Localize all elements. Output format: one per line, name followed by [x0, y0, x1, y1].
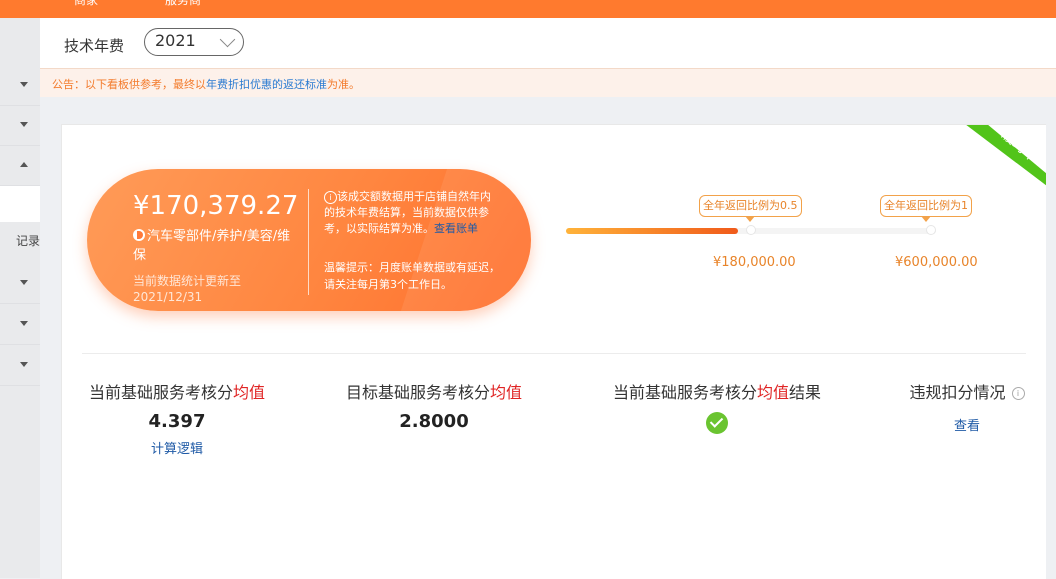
update-label: 当前数据统计更新至 [133, 274, 242, 288]
view-bill-link[interactable]: 查看账单 [434, 222, 478, 235]
notice-text: 公告：以下看板供参考，最终以年费折扣优惠的返还标准为准。 [52, 76, 360, 92]
progress-fill [566, 228, 738, 234]
top-nav-tab-provider[interactable]: 服务商 [165, 0, 201, 8]
metric-value: 2.8000 [399, 411, 469, 432]
chevron-down-icon [20, 362, 28, 367]
sidebar-item-expanded[interactable] [0, 145, 40, 186]
chevron-down-icon [219, 31, 236, 48]
metric-violation: 违规扣分情况 i 查看 [902, 379, 1032, 434]
metric-label: 当前基础服务考核分均值 [88, 383, 266, 402]
metric-target-avg: 目标基础服务考核分均值 2.8000 [337, 379, 531, 432]
milestone-value-2: ¥600,000.00 [895, 255, 978, 270]
chevron-down-icon [20, 82, 28, 87]
sidebar-item[interactable] [0, 304, 40, 345]
metric-value: 4.397 [148, 411, 206, 432]
update-info: 当前数据统计更新至 2021/12/31 [133, 273, 273, 305]
check-circle-icon [706, 412, 728, 434]
sidebar-item[interactable] [0, 345, 40, 386]
info-icon[interactable]: i [1011, 387, 1025, 400]
milestone-badge-2: 全年返回比例为1 [880, 195, 972, 222]
pill-divider [308, 189, 309, 295]
annual-fee-card: 履约中 ¥170,379.27 汽车零部件/养护/美容/维保 当前数据统计更新至… [61, 124, 1046, 579]
milestone-node-1 [746, 225, 756, 235]
notice-link[interactable]: 年费折扣优惠的返还标准 [206, 78, 327, 91]
chevron-down-icon [20, 280, 28, 285]
metric-label: 违规扣分情况 i [902, 379, 1032, 403]
notice-bar: 公告：以下看板供参考，最终以年费折扣优惠的返还标准为准。 [40, 68, 1056, 97]
milestone-node-2 [926, 225, 936, 235]
sidebar-item[interactable] [0, 263, 40, 304]
sidebar-item-active[interactable] [0, 186, 40, 222]
calc-logic-link[interactable]: 计算逻辑 [82, 438, 272, 457]
sales-amount: ¥170,379.27 [133, 191, 299, 221]
chevron-down-icon [20, 122, 28, 127]
top-nav-tab-merchant[interactable]: 商家 [74, 0, 98, 8]
metric-label: 当前基础服务考核分均值结果 [612, 383, 822, 402]
top-nav-bar: 商家 服务商 [0, 0, 1056, 18]
milestone-badge-1: 全年返回比例为0.5 [699, 195, 802, 222]
filter-bar: 技术年费 2021 [40, 18, 1056, 68]
year-select-value: 2021 [155, 31, 196, 50]
sales-summary-pill: ¥170,379.27 汽车零部件/养护/美容/维保 当前数据统计更新至 202… [87, 169, 531, 311]
category-text: 汽车零部件/养护/美容/维保 [133, 229, 291, 263]
chevron-up-icon [20, 162, 28, 167]
violation-view-link[interactable]: 查看 [902, 415, 1032, 434]
sidebar: 记录 [0, 18, 40, 578]
card-divider [82, 353, 1026, 354]
sidebar-item[interactable] [0, 105, 40, 146]
sidebar-item[interactable] [0, 65, 40, 106]
metric-label: 目标基础服务考核分均值 [345, 383, 523, 402]
metric-result: 当前基础服务考核分均值结果 [602, 379, 832, 434]
category-dot-icon [133, 229, 145, 241]
info-icon: i [324, 191, 337, 204]
notice-prefix: 公告：以下看板供参考，最终以 [52, 78, 206, 91]
milestone-value-1: ¥180,000.00 [713, 255, 796, 270]
category-label: 汽车零部件/养护/美容/维保 [133, 227, 303, 265]
metric-current-avg: 当前基础服务考核分均值 4.397 计算逻辑 [82, 379, 272, 457]
update-date: 2021/12/31 [133, 290, 203, 304]
chevron-down-icon [20, 321, 28, 326]
filter-label: 技术年费 [64, 37, 125, 55]
sidebar-subitem-label[interactable]: 记录 [0, 232, 40, 249]
status-ribbon: 履约中 [966, 125, 1046, 186]
year-select[interactable]: 2021 [144, 28, 244, 56]
notice-suffix: 为准。 [327, 78, 360, 91]
tip-text: 温馨提示：月度账单数据或有延迟，请关注每月第3个工作日。 [324, 261, 500, 291]
info-text: i 该成交额数据用于店铺自然年内的技术年费结算，当前数据仅供参考，以实际结算为准。… [324, 189, 499, 237]
